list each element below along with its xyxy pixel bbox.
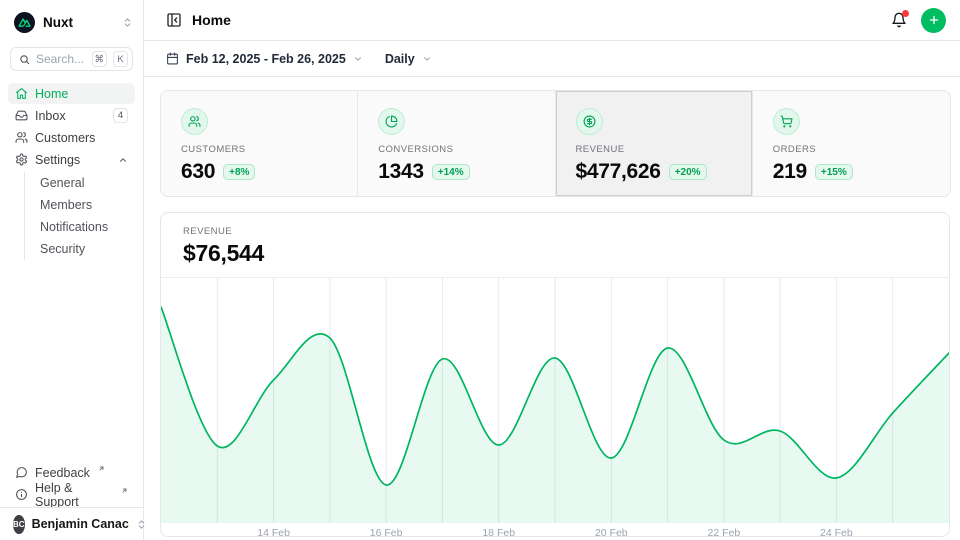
svg-text:14 Feb: 14 Feb: [257, 527, 290, 537]
home-icon: [15, 87, 28, 100]
sidebar-item-notifications[interactable]: Notifications: [25, 216, 143, 238]
stat-label: REVENUE: [576, 144, 732, 155]
help-support-link[interactable]: Help & Support: [8, 484, 135, 505]
user-menu[interactable]: BC Benjamin Canac: [0, 507, 143, 540]
period-select[interactable]: Daily: [385, 52, 432, 66]
users-icon: [15, 131, 28, 144]
nuxt-logo-icon: [14, 12, 35, 33]
user-name: Benjamin Canac: [32, 517, 129, 531]
stat-card-revenue[interactable]: REVENUE $477,626 +20%: [556, 91, 753, 196]
sidebar-item-label: Customers: [35, 131, 128, 145]
plus-icon: [928, 14, 940, 26]
svg-text:24 Feb: 24 Feb: [820, 527, 853, 537]
chart-metric-label: REVENUE: [183, 226, 927, 237]
sidebar-item-inbox[interactable]: Inbox 4: [8, 105, 135, 126]
revenue-chart-card: REVENUE $76,544 14 Feb 16 Feb 18 Feb 20 Feb…: [160, 212, 950, 537]
subnav-label: Notifications: [40, 220, 108, 234]
sidebar-item-security[interactable]: Security: [25, 238, 143, 260]
chevron-up-down-icon: [122, 17, 133, 28]
search-icon: [19, 54, 30, 65]
stat-value: $477,626: [576, 160, 661, 184]
chevron-down-icon: [353, 54, 363, 64]
stat-label: CUSTOMERS: [181, 144, 337, 155]
chevron-up-icon: [118, 155, 128, 165]
chevron-up-down-icon: [136, 519, 147, 530]
notification-dot: [902, 10, 909, 17]
info-circle-icon: [15, 488, 28, 501]
chart-total-value: $76,544: [183, 240, 927, 267]
circle-dollar-icon: [576, 108, 603, 135]
avatar: BC: [13, 515, 25, 534]
date-range-picker[interactable]: Feb 12, 2025 - Feb 26, 2025: [166, 52, 363, 66]
settings-subnav: General Members Notifications Security: [24, 172, 143, 260]
add-button[interactable]: [921, 8, 946, 33]
external-link-icon: [121, 487, 128, 494]
sidebar-item-label: Inbox: [35, 109, 106, 123]
chart-header: REVENUE $76,544: [161, 213, 949, 278]
calendar-icon: [166, 52, 179, 65]
stat-card-orders[interactable]: ORDERS 219 +15%: [753, 91, 950, 196]
main-header: Home: [144, 0, 960, 41]
svg-text:22 Feb: 22 Feb: [708, 527, 741, 537]
page-title: Home: [192, 12, 891, 28]
sidebar-item-settings[interactable]: Settings: [8, 149, 135, 170]
sidebar-item-members[interactable]: Members: [25, 194, 143, 216]
sidebar-item-general[interactable]: General: [25, 172, 143, 194]
panel-left-close-icon[interactable]: [166, 12, 182, 28]
stat-card-customers[interactable]: CUSTOMERS 630 +8%: [161, 91, 358, 196]
inbox-count-badge: 4: [113, 108, 128, 123]
footer-link-label: Feedback: [35, 466, 90, 480]
chevron-down-icon: [422, 54, 432, 64]
shopping-cart-icon: [773, 108, 800, 135]
sidebar: Nuxt Search... ⌘ K Home Inbox 4: [0, 0, 144, 540]
workspace-switcher[interactable]: Nuxt: [0, 0, 143, 34]
svg-text:18 Feb: 18 Feb: [482, 527, 515, 537]
notifications-button[interactable]: [891, 12, 907, 28]
search-placeholder: Search...: [36, 52, 86, 66]
toolbar: Feb 12, 2025 - Feb 26, 2025 Daily: [144, 41, 960, 77]
stat-delta-badge: +20%: [669, 164, 707, 180]
kbd-k: K: [113, 51, 128, 67]
message-circle-icon: [15, 466, 28, 479]
external-link-icon: [98, 465, 105, 472]
stat-delta-badge: +14%: [432, 164, 470, 180]
svg-text:16 Feb: 16 Feb: [370, 527, 403, 537]
subnav-label: Members: [40, 198, 92, 212]
stat-label: CONVERSIONS: [378, 144, 534, 155]
svg-text:20 Feb: 20 Feb: [595, 527, 628, 537]
stats-row: CUSTOMERS 630 +8% CONVERSIONS 1343 +14% …: [160, 90, 951, 197]
stat-label: ORDERS: [773, 144, 930, 155]
pie-chart-icon: [378, 108, 405, 135]
stat-value: 1343: [378, 160, 424, 184]
revenue-area-chart[interactable]: 14 Feb 16 Feb 18 Feb 20 Feb 22 Feb 24 Feb: [161, 278, 949, 537]
sidebar-item-customers[interactable]: Customers: [8, 127, 135, 148]
stat-value: 219: [773, 160, 807, 184]
sidebar-item-label: Home: [35, 87, 128, 101]
sidebar-nav: Home Inbox 4 Customers Settings Genera: [0, 83, 143, 260]
users-icon: [181, 108, 208, 135]
period-label: Daily: [385, 52, 415, 66]
date-range-label: Feb 12, 2025 - Feb 26, 2025: [186, 52, 346, 66]
gear-icon: [15, 153, 28, 166]
stat-delta-badge: +15%: [815, 164, 853, 180]
subnav-label: Security: [40, 242, 85, 256]
kbd-meta: ⌘: [92, 51, 108, 67]
stat-card-conversions[interactable]: CONVERSIONS 1343 +14%: [358, 91, 555, 196]
stat-value: 630: [181, 160, 215, 184]
subnav-label: General: [40, 176, 84, 190]
workspace-name: Nuxt: [43, 15, 114, 30]
stat-delta-badge: +8%: [223, 164, 255, 180]
footer-link-label: Help & Support: [35, 481, 113, 509]
sidebar-footer: Feedback Help & Support: [0, 461, 143, 506]
sidebar-item-label: Settings: [35, 153, 111, 167]
search-input[interactable]: Search... ⌘ K: [10, 47, 133, 71]
inbox-icon: [15, 109, 28, 122]
sidebar-item-home[interactable]: Home: [8, 83, 135, 104]
